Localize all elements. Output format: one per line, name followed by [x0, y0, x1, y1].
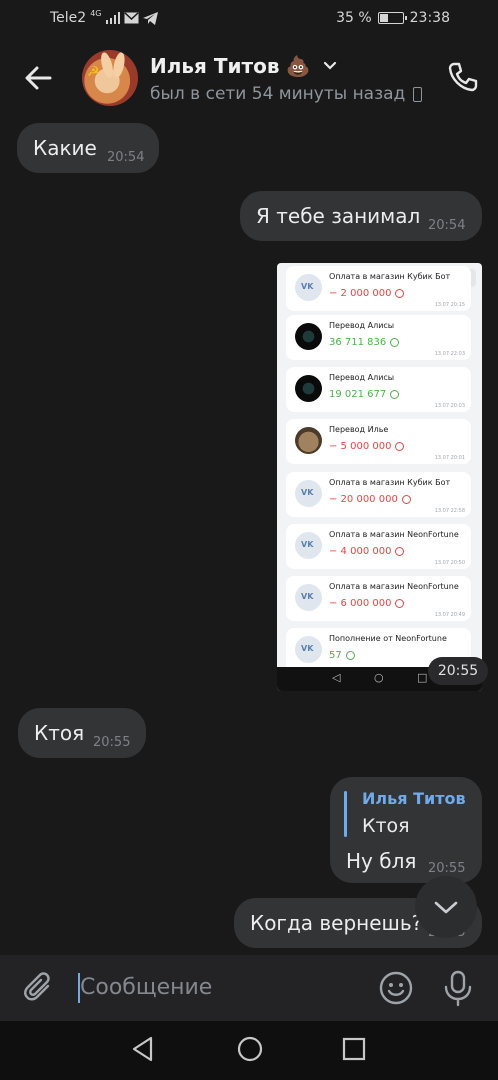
- message-time: 20:54: [428, 218, 466, 233]
- chevron-down-icon[interactable]: [322, 58, 338, 74]
- transaction-title: Оплата в магазин Кубик Бот: [329, 272, 451, 281]
- transaction-amount: 19 021 677: [329, 389, 399, 400]
- message-placeholder: Сообщение: [80, 975, 213, 1000]
- chevron-down-icon: [434, 901, 458, 914]
- transaction-title: Оплата в магазин Кубик Бот: [329, 478, 451, 487]
- battery-percent: 35 %: [336, 10, 372, 26]
- avatar-ear: [111, 51, 127, 79]
- transaction-row: Оплата в магазин Кубик Бот − 20 000 000 …: [286, 472, 471, 517]
- transaction-title: Пополнение от NeonFortune: [329, 634, 447, 643]
- message-time: 20:55: [93, 735, 131, 750]
- transaction-amount: − 6 000 000: [329, 598, 404, 609]
- paperclip-icon[interactable]: [22, 971, 56, 1005]
- message-outgoing[interactable]: Я тебе занимал 20:54: [240, 191, 482, 241]
- transaction-row: Оплата в магазин Кубик Бот − 2 000 000 1…: [286, 266, 471, 311]
- phone-call-icon[interactable]: [446, 60, 480, 94]
- back-arrow-icon[interactable]: [20, 60, 56, 96]
- vk-icon: [295, 274, 322, 301]
- transaction-amount: − 5 000 000: [329, 441, 404, 452]
- transaction-amount: 57: [329, 650, 355, 661]
- battery-icon: [377, 12, 407, 24]
- transaction-title: Оплата в магазин NeonFortune: [329, 582, 459, 591]
- avatar-icon: [295, 323, 322, 350]
- vk-icon: [295, 480, 322, 507]
- transaction-amount: 36 711 836: [329, 337, 399, 348]
- home-circle-icon: ○: [374, 671, 384, 684]
- transaction-row: Перевод Алисы 19 021 677 13.07 20:03: [286, 367, 471, 412]
- mail-icon: [123, 12, 139, 24]
- recents-square-icon[interactable]: [342, 1035, 366, 1063]
- transaction-date: 13.07 20:50: [434, 560, 465, 566]
- poop-emoji-icon: 💩: [285, 54, 311, 78]
- reply-quote-bar: [344, 791, 347, 837]
- transaction-title: Перевод Алисы: [329, 321, 395, 330]
- hammer-sickle-icon: ☭: [87, 64, 100, 80]
- transaction-row: Оплата в магазин NeonFortune − 6 000 000…: [286, 576, 471, 621]
- carrier-label: Tele2: [50, 10, 87, 26]
- message-outgoing-reply[interactable]: Илья Титов Ктоя Ну бля 20:55: [330, 777, 482, 883]
- back-triangle-icon[interactable]: [130, 1035, 156, 1063]
- transaction-title: Оплата в магазин NeonFortune: [329, 530, 459, 539]
- message-text: Ктоя: [34, 721, 85, 745]
- message-text: Я тебе занимал: [256, 204, 421, 228]
- clock: 23:38: [409, 10, 450, 26]
- message-text: Когда вернешь?: [250, 911, 423, 935]
- transaction-date: 13.07 20:01: [434, 455, 465, 461]
- reply-text: Ктоя: [362, 815, 410, 837]
- vk-icon: [295, 584, 322, 611]
- transaction-title: Перевод Илье: [329, 425, 389, 434]
- message-text: Ну бля: [346, 849, 417, 873]
- back-triangle-icon: ◁: [332, 671, 341, 684]
- last-seen-text: был в сети 54 минуты назад: [150, 84, 406, 104]
- network-type: 4G: [90, 8, 102, 18]
- image-time: 20:55: [428, 657, 488, 685]
- reply-author: Илья Титов: [362, 789, 466, 808]
- vk-icon: [295, 636, 322, 663]
- message-incoming[interactable]: Какие 20:54: [17, 123, 159, 173]
- status-bar: Tele2 4G 35 % 23:38: [0, 0, 498, 38]
- transaction-row: Перевод Алисы 36 711 836 13.07 22:03: [286, 315, 471, 360]
- message-incoming[interactable]: Ктоя 20:55: [18, 708, 146, 758]
- transaction-date: 13.07 22:58: [434, 508, 465, 514]
- transaction-date: 13.07 20:03: [434, 403, 465, 409]
- signal-icon: [105, 12, 120, 24]
- transaction-row: Оплата в магазин NeonFortune − 4 000 000…: [286, 524, 471, 569]
- microphone-icon[interactable]: [440, 969, 476, 1007]
- vk-icon: [295, 532, 322, 559]
- message-time: 20:55: [428, 861, 466, 876]
- transaction-date: 13.07 22:03: [434, 351, 465, 357]
- message-composer: Сообщение: [0, 955, 498, 1021]
- mobile-icon: [413, 86, 423, 102]
- message-text: Какие: [33, 136, 97, 160]
- avatar[interactable]: ☭: [82, 50, 138, 106]
- transaction-date: 13.07 20:49: [434, 612, 465, 618]
- transaction-date: 13.07 20:15: [434, 302, 465, 308]
- avatar-icon: [295, 427, 322, 454]
- status-left: Tele2 4G: [50, 8, 158, 26]
- telegram-icon: [142, 11, 158, 25]
- message-time: 20:54: [107, 150, 145, 165]
- avatar-icon: [295, 375, 322, 402]
- emoji-smile-icon[interactable]: [378, 970, 414, 1006]
- contact-name[interactable]: Илья Титов 💩: [150, 54, 338, 78]
- status-right: 35 % 23:38: [336, 10, 450, 26]
- transaction-amount: − 20 000 000: [329, 494, 411, 505]
- home-circle-icon[interactable]: [236, 1035, 264, 1063]
- recents-square-icon: □: [417, 671, 428, 684]
- scroll-to-bottom-button[interactable]: [415, 876, 477, 938]
- transaction-amount: − 4 000 000: [329, 546, 404, 557]
- image-message[interactable]: ✕ Оплата в магазин Кубик Бот − 2 000 000…: [277, 263, 482, 691]
- system-navbar: [0, 1021, 498, 1080]
- contact-name-text: Илья Титов: [150, 54, 280, 78]
- last-seen: был в сети 54 минуты назад: [150, 84, 423, 104]
- chat-header: ☭ Илья Титов 💩 был в сети 54 минуты наза…: [0, 38, 498, 116]
- transaction-title: Перевод Алисы: [329, 373, 395, 382]
- transaction-row: Перевод Илье − 5 000 000 13.07 20:01: [286, 419, 471, 464]
- message-input[interactable]: Сообщение: [78, 971, 358, 1005]
- transaction-amount: − 2 000 000: [329, 288, 404, 299]
